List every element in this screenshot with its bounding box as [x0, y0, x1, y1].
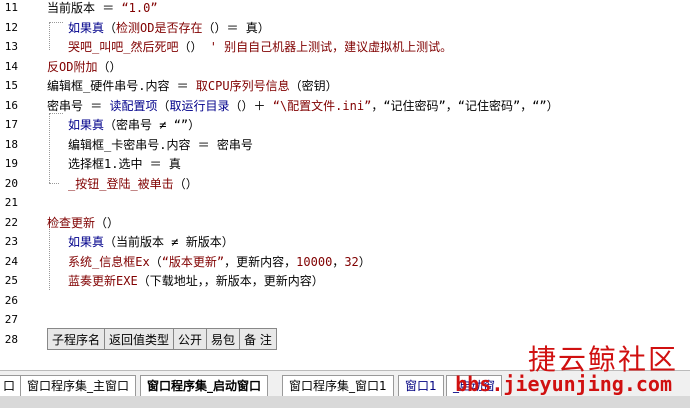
- code-token: ，更新内容，: [224, 254, 297, 269]
- code-token: 取CPU序列号信息: [195, 79, 290, 93]
- table-header-cell: 公开: [173, 328, 208, 350]
- code-token: ）: [358, 254, 371, 269]
- code-token: ，“记住密码”，“记住密码”，“”）: [371, 98, 559, 113]
- code-editor[interactable]: 11 当前版本 ＝ “1.0” 12 如果真（检测OD是否存在（）＝ 真） 13 哭吧_叫…: [0, 0, 690, 380]
- code-line[interactable]: 检查更新（）: [47, 216, 119, 230]
- line-number: 28: [4, 332, 18, 346]
- code-token: （: [149, 254, 162, 269]
- line-number: 21: [4, 196, 18, 209]
- code-token: （密串号 ≠ “”）: [104, 118, 201, 132]
- code-line[interactable]: 编辑框_卡密串号.内容 ＝ 密串号: [68, 138, 253, 152]
- code-line[interactable]: 编辑框_硬件串号.内容 ＝ 取CPU序列号信息（密钥）: [47, 79, 338, 93]
- code-line[interactable]: _按钮_登陆_被单击（）: [68, 177, 198, 191]
- line-number: 18: [4, 137, 18, 151]
- code-token: 当前版本 ＝: [47, 1, 122, 15]
- line-number: 25: [4, 274, 18, 287]
- code-token: 编辑框_硬件串号.内容 ＝: [47, 79, 196, 93]
- code-token: 10000: [296, 254, 333, 269]
- code-token: “\配置文件.ini”: [272, 98, 372, 113]
- code-token: ，: [332, 254, 345, 269]
- code-token: （当前版本 ≠ 新版本）: [104, 235, 234, 249]
- tab-3[interactable]: 窗口程序集_窗口1: [282, 375, 394, 396]
- code-token: 反OD附加: [47, 59, 98, 74]
- code-token: 取运行目录: [169, 98, 230, 113]
- block-guide: [49, 113, 63, 114]
- line-number: 27: [4, 313, 18, 326]
- tab-2[interactable]: 窗口程序集_启动窗口: [140, 375, 269, 396]
- code-line[interactable]: 系统_信息框Ex（“版本更新”，更新内容，10000，32）: [68, 255, 371, 269]
- line-number: 22: [4, 215, 18, 229]
- tab-0[interactable]: 口: [0, 375, 23, 396]
- code-token: 哭吧_叫吧_然后死吧: [68, 40, 179, 54]
- table-header-cell: 备 注: [239, 328, 277, 350]
- code-line[interactable]: 密串号 ＝ 读配置项（取运行目录（）＋ “\配置文件.ini”，“记住密码”，“…: [47, 99, 559, 113]
- code-token: 读配置项: [109, 98, 158, 113]
- code-token: 如果真: [68, 118, 105, 132]
- code-token: _按钮_登陆_被单击: [68, 176, 174, 191]
- code-token: “1.0”: [121, 1, 158, 15]
- block-guide: [49, 113, 50, 183]
- block-guide: [49, 22, 63, 23]
- code-token: （）: [97, 59, 122, 74]
- code-line[interactable]: 如果真（当前版本 ≠ 新版本）: [68, 235, 234, 249]
- code-token: 检测OD是否存在: [116, 20, 203, 35]
- code-token: 32: [344, 254, 359, 269]
- code-line[interactable]: 如果真（密串号 ≠ “”）: [68, 118, 200, 132]
- code-line[interactable]: 哭吧_叫吧_然后死吧（） ' 别自自己机器上测试，建议虚拟机上测试。: [68, 40, 452, 54]
- line-number: 23: [4, 235, 18, 248]
- code-token: （）: [173, 176, 198, 191]
- code-token: 密串号 ＝: [47, 98, 110, 113]
- line-number: 14: [4, 59, 18, 73]
- code-token: 蓝奏更新EXE: [68, 274, 138, 288]
- code-line[interactable]: 当前版本 ＝ “1.0”: [47, 1, 158, 15]
- line-number: 17: [4, 118, 18, 131]
- table-header-cell: 子程序名: [46, 328, 106, 350]
- block-guide: [49, 222, 50, 290]
- line-number: 26: [4, 293, 18, 307]
- code-token: （下载地址，，新版本，更新内容）: [137, 274, 324, 288]
- line-number: 13: [4, 40, 18, 53]
- tab-1[interactable]: 窗口程序集_主窗口: [20, 375, 137, 396]
- line-number: 20: [4, 176, 18, 190]
- code-token: “版本更新”: [161, 254, 225, 269]
- code-token: （密钥）: [289, 79, 338, 93]
- code-token: ' 别自自己机器上测试，建议虚拟机上测试。: [209, 40, 453, 54]
- line-number: 24: [4, 254, 18, 268]
- subroutine-table: 子程序名 返回值类型 公开 易包备 注: [46, 328, 277, 350]
- code-token: （）: [95, 215, 120, 230]
- line-number: 16: [4, 98, 18, 112]
- code-token: （）: [178, 40, 210, 54]
- line-number: 12: [4, 20, 18, 34]
- code-token: 检查更新: [47, 215, 96, 230]
- code-token: 编辑框_卡密串号.内容 ＝ 密串号: [68, 137, 253, 152]
- code-token: 如果真: [68, 235, 105, 249]
- code-line[interactable]: 反OD附加（）: [47, 60, 121, 74]
- code-token: 系统_信息框Ex: [68, 254, 150, 269]
- watermark-url: bbs.jieyunjing.com: [455, 372, 672, 396]
- code-token: （）＋: [229, 98, 273, 113]
- code-token: 如果真: [68, 20, 105, 35]
- subroutine-table-header: 子程序名 返回值类型 公开 易包备 注: [46, 328, 277, 350]
- code-token: （: [157, 98, 170, 113]
- line-number: 11: [4, 1, 18, 14]
- code-line[interactable]: 如果真（检测OD是否存在（）＝ 真）: [68, 21, 270, 35]
- line-number: 19: [4, 157, 18, 170]
- code-token: 选择框1.选中 ＝ 真: [68, 157, 181, 171]
- code-line[interactable]: 选择框1.选中 ＝ 真: [68, 157, 181, 171]
- code-token: （）＝ 真）: [202, 20, 270, 35]
- line-number: 15: [4, 79, 18, 92]
- table-header-cell: 返回值类型: [104, 328, 175, 350]
- table-header-cell: 易包: [206, 328, 241, 350]
- block-guide: [49, 22, 50, 50]
- code-line[interactable]: 蓝奏更新EXE（下载地址，，新版本，更新内容）: [68, 274, 324, 288]
- block-guide: [49, 183, 59, 184]
- tab-4[interactable]: 窗口1: [398, 375, 444, 396]
- code-token: （: [104, 20, 117, 35]
- status-strip: [0, 396, 690, 408]
